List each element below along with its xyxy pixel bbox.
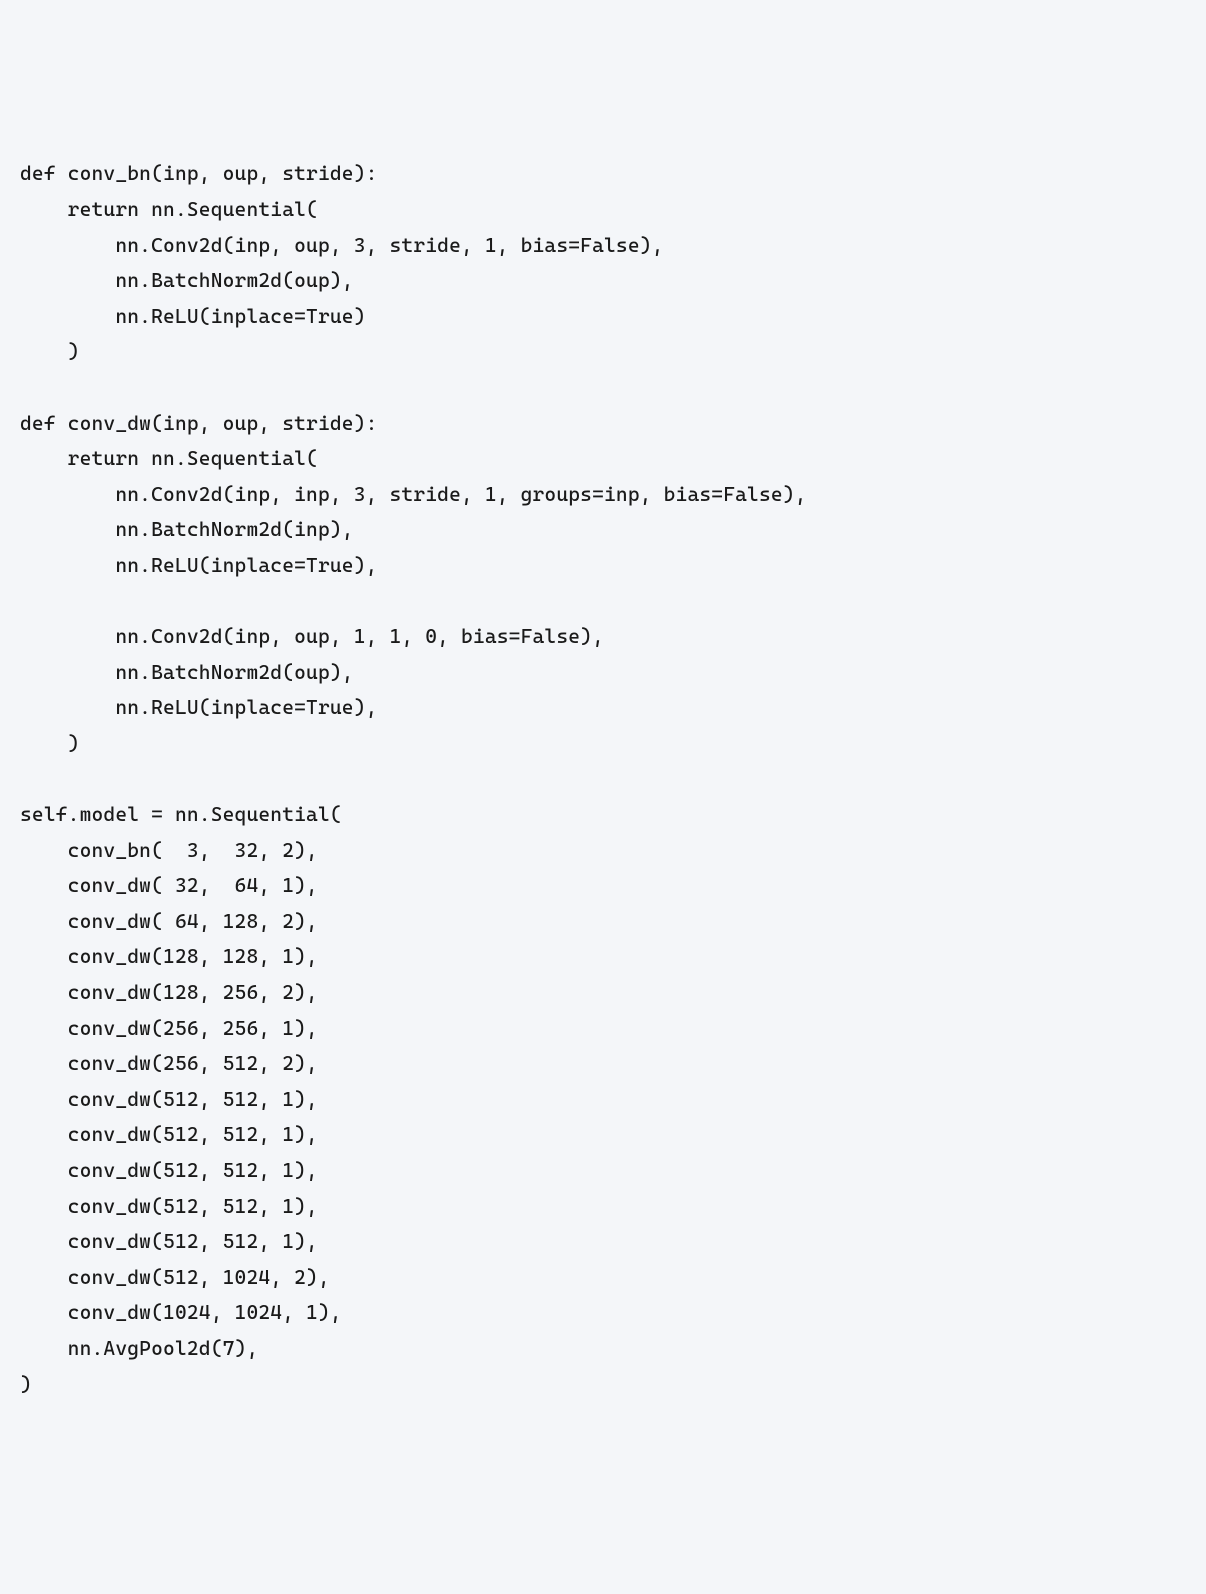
code-line: nn.ReLU(inplace=True), <box>20 553 378 577</box>
code-line: conv_dw(128, 128, 1), <box>20 944 318 968</box>
code-line: ) <box>20 1372 32 1396</box>
code-line: def conv_bn(inp, oup, stride): <box>20 161 378 185</box>
code-line: conv_dw( 32, 64, 1), <box>20 873 318 897</box>
code-line: conv_dw(256, 256, 1), <box>20 1016 318 1040</box>
code-line: nn.BatchNorm2d(inp), <box>20 517 354 541</box>
code-line: conv_dw(1024, 1024, 1), <box>20 1300 342 1324</box>
code-line: conv_bn( 3, 32, 2), <box>20 838 318 862</box>
code-line: nn.ReLU(inplace=True) <box>20 304 366 328</box>
code-line: return nn.Sequential( <box>20 197 318 221</box>
code-line: conv_dw(512, 512, 1), <box>20 1087 318 1111</box>
code-line: nn.BatchNorm2d(oup), <box>20 660 354 684</box>
code-line: nn.AvgPool2d(7), <box>20 1336 258 1360</box>
code-line: conv_dw(512, 512, 1), <box>20 1229 318 1253</box>
code-line: def conv_dw(inp, oup, stride): <box>20 411 378 435</box>
code-line: conv_dw(256, 512, 2), <box>20 1051 318 1075</box>
code-line: nn.BatchNorm2d(oup), <box>20 268 354 292</box>
code-line: conv_dw( 64, 128, 2), <box>20 909 318 933</box>
code-line: nn.Conv2d(inp, inp, 3, stride, 1, groups… <box>20 482 807 506</box>
code-line: conv_dw(128, 256, 2), <box>20 980 318 1004</box>
code-line: nn.ReLU(inplace=True), <box>20 695 378 719</box>
code-line: ) <box>20 339 80 363</box>
code-line: self.model = nn.Sequential( <box>20 802 342 826</box>
code-line: conv_dw(512, 512, 1), <box>20 1194 318 1218</box>
code-block: def conv_bn(inp, oup, stride): return nn… <box>20 156 1186 1402</box>
code-line: conv_dw(512, 512, 1), <box>20 1158 318 1182</box>
code-line: return nn.Sequential( <box>20 446 318 470</box>
code-line: ) <box>20 731 80 755</box>
code-line: nn.Conv2d(inp, oup, 1, 1, 0, bias=False)… <box>20 624 604 648</box>
code-line: nn.Conv2d(inp, oup, 3, stride, 1, bias=F… <box>20 233 664 257</box>
code-line: conv_dw(512, 512, 1), <box>20 1122 318 1146</box>
code-line: conv_dw(512, 1024, 2), <box>20 1265 330 1289</box>
